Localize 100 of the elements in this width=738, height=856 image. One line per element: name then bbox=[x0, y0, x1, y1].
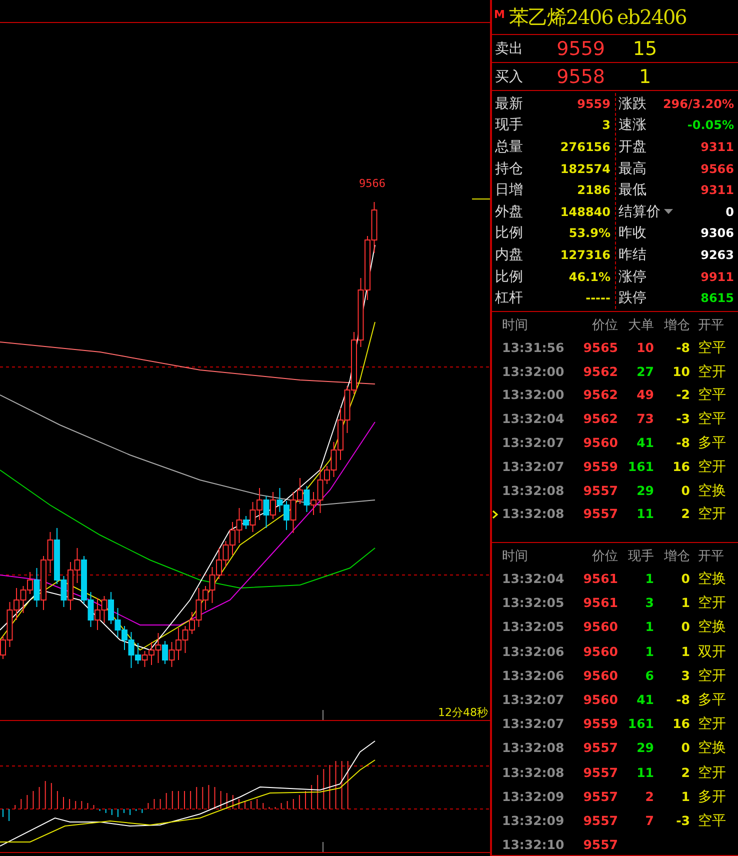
time-cell-text: 13:32:05 bbox=[502, 619, 566, 636]
stat-label: 杠杆 bbox=[495, 289, 523, 308]
change-cell-text: 1 bbox=[680, 595, 690, 612]
stat-label: 比例 bbox=[495, 224, 523, 242]
action-cell-text: 空开 bbox=[697, 594, 727, 612]
time-cell-text: 13:32:08 bbox=[502, 764, 566, 781]
volume-cell-text: 29 bbox=[636, 740, 654, 756]
time-cell-text: 13:32:00 bbox=[502, 387, 566, 404]
action-cell-text: 空换 bbox=[697, 739, 727, 758]
volume-cell-text: 3 bbox=[644, 595, 654, 612]
time-cell-text: 13:32:06 bbox=[502, 668, 566, 684]
price-cell-text: 9557 bbox=[582, 837, 618, 854]
time-cell-text: 13:32:04 bbox=[502, 411, 566, 428]
column-header: 价位 bbox=[591, 316, 618, 334]
column-header: 大单 bbox=[627, 316, 654, 334]
stat-value: ----- bbox=[586, 291, 610, 306]
action-cell-text: 空开 bbox=[697, 715, 727, 734]
stat-value: 53.9% bbox=[568, 226, 610, 240]
contract-name: 苯乙烯2406 bbox=[508, 4, 613, 30]
action-cell-text: 空开 bbox=[697, 666, 727, 685]
stat-value: 8615 bbox=[700, 291, 734, 306]
change-cell-text: -8 bbox=[675, 435, 690, 452]
price-cell-text: 9562 bbox=[582, 411, 618, 428]
quote-price: 9559 bbox=[556, 38, 605, 60]
stat-label: 总量 bbox=[495, 138, 523, 156]
stat-value: 148840 bbox=[560, 204, 610, 219]
time-cell-text: 13:32:08 bbox=[502, 482, 566, 499]
volume-cell-text: 11 bbox=[636, 764, 654, 781]
price-cell-text: 9557 bbox=[582, 812, 618, 829]
stat-value: -0.05% bbox=[687, 118, 734, 132]
change-cell-text: -3 bbox=[675, 411, 690, 428]
time-cell-text: 13:32:07 bbox=[502, 716, 566, 732]
volume-cell-text: 10 bbox=[636, 340, 654, 356]
price-cell-text: 9560 bbox=[582, 692, 618, 708]
price-cell-text: 9565 bbox=[582, 340, 618, 356]
quote-volume: 1 bbox=[638, 66, 652, 88]
column-header: 开平 bbox=[697, 548, 725, 565]
stat-label: 开盘 bbox=[618, 138, 646, 156]
time-cell-text: 13:32:08 bbox=[502, 506, 566, 522]
action-cell-text: 多平 bbox=[697, 690, 727, 709]
action-cell-text: 空平 bbox=[697, 812, 727, 830]
time-cell-text: 13:32:07 bbox=[502, 692, 566, 708]
column-header: 开平 bbox=[697, 316, 725, 334]
volume-cell-text: 73 bbox=[636, 411, 654, 428]
volume-cell-text: 161 bbox=[626, 458, 654, 475]
volume-cell-text: 1 bbox=[644, 644, 654, 660]
stat-label: 昨结 bbox=[618, 246, 646, 264]
change-cell-text: 0 bbox=[680, 482, 690, 499]
stat-value: 9311 bbox=[700, 140, 734, 154]
volume-cell-text: 1 bbox=[644, 619, 654, 636]
action-cell-text: 空开 bbox=[697, 505, 727, 524]
action-cell-text: 空开 bbox=[697, 764, 727, 782]
action-cell-text: 空平 bbox=[697, 338, 727, 357]
change-cell-text: 2 bbox=[680, 764, 690, 781]
quote-label: 买入 bbox=[495, 68, 524, 86]
change-cell-text: 3 bbox=[680, 668, 690, 684]
stat-value: 9566 bbox=[700, 162, 734, 176]
stat-value: 276156 bbox=[560, 140, 610, 154]
price-cell-text: 9560 bbox=[582, 435, 618, 452]
time-cell-text: 13:32:08 bbox=[502, 740, 566, 756]
price-cell-text: 9557 bbox=[582, 764, 618, 781]
price-cell-text: 9560 bbox=[582, 644, 618, 660]
change-cell-text: 16 bbox=[672, 458, 690, 475]
action-cell-text: 空开 bbox=[697, 458, 727, 476]
action-cell-text: 双开 bbox=[697, 642, 727, 661]
stat-value: 296/3.20% bbox=[662, 96, 734, 111]
stat-label: 持仓 bbox=[495, 160, 523, 178]
time-cell-text: 13:32:10 bbox=[502, 837, 566, 854]
stat-label: 现手 bbox=[495, 116, 523, 134]
high-price-label: 9566 bbox=[359, 177, 386, 190]
stat-value: 9311 bbox=[700, 183, 734, 198]
volume-cell-text: 2 bbox=[644, 788, 654, 805]
dropdown-icon[interactable] bbox=[662, 208, 674, 215]
stat-value: 9263 bbox=[700, 248, 734, 262]
time-cell-text: 13:32:05 bbox=[502, 595, 566, 612]
action-cell-text: 空平 bbox=[697, 410, 727, 428]
price-cell-text: 9561 bbox=[582, 595, 618, 612]
time-cell-text: 13:31:56 bbox=[502, 340, 566, 356]
action-cell-text: 空平 bbox=[697, 386, 727, 404]
change-cell-text: -8 bbox=[675, 692, 690, 708]
column-header: 价位 bbox=[591, 548, 618, 565]
volume-cell-text: 7 bbox=[644, 812, 654, 829]
stat-label: 跌停 bbox=[618, 289, 646, 308]
stat-value: 46.1% bbox=[568, 270, 610, 284]
volume-cell-text: 6 bbox=[644, 668, 654, 684]
price-cell-text: 9561 bbox=[582, 571, 618, 588]
volume-cell-text: 41 bbox=[636, 435, 654, 452]
action-cell-text: 多开 bbox=[697, 788, 727, 806]
change-cell-text: 1 bbox=[680, 644, 690, 660]
price-cell-text: 9557 bbox=[582, 788, 618, 805]
change-cell-text: -2 bbox=[675, 387, 690, 404]
price-cell-text: 9559 bbox=[582, 458, 618, 475]
stat-value: 3 bbox=[602, 118, 610, 132]
stat-label: 内盘 bbox=[495, 246, 523, 264]
action-cell-text: 多平 bbox=[697, 434, 727, 452]
quote-label: 卖出 bbox=[495, 40, 524, 58]
contract-code: eb2406 bbox=[616, 5, 686, 29]
countdown-label: 12分48秒 bbox=[438, 705, 488, 720]
stat-value: 9911 bbox=[700, 270, 734, 284]
stat-value: 0 bbox=[726, 204, 734, 219]
